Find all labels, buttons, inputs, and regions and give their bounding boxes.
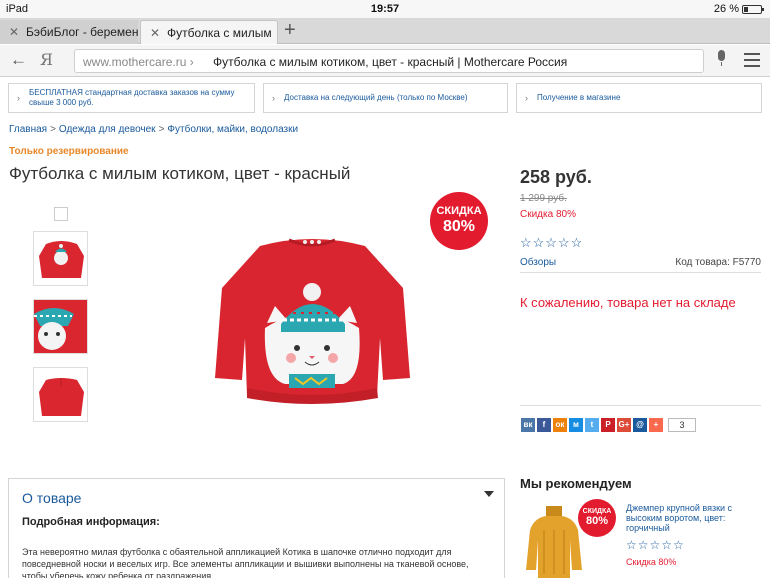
odnoklassniki-icon[interactable]: ок — [553, 418, 567, 432]
recommend-discount: Скидка 80% — [626, 557, 677, 567]
mailru-icon[interactable]: м — [569, 418, 583, 432]
delivery-text: БЕСПЛАТНАЯ стандартная доставка заказов … — [29, 88, 235, 107]
battery-status: 26 % — [713, 3, 764, 15]
breadcrumb-separator: > — [158, 124, 165, 135]
tab-label: Футболка с милым — [167, 26, 272, 40]
delivery-free-link[interactable]: › БЕСПЛАТНАЯ стандартная доставка заказо… — [8, 83, 255, 113]
recommend-sale-badge: СКИДКА 80% — [578, 499, 616, 537]
price: 258 руб. — [520, 167, 592, 187]
thumbnail-scroll-up[interactable] — [54, 207, 68, 221]
clock: 19:57 — [370, 3, 400, 15]
sale-badge: СКИДКА 80% — [430, 192, 488, 250]
plus-icon[interactable]: + — [284, 19, 296, 42]
old-price: 1 299 руб. — [520, 193, 567, 204]
close-icon[interactable]: ✕ — [150, 26, 160, 40]
product-code: Код товара: F5770 — [675, 257, 761, 268]
divider — [520, 272, 761, 273]
about-section-title[interactable]: О товаре — [22, 490, 81, 506]
delivery-text: Доставка на следующий день (только по Мо… — [284, 93, 468, 102]
url-domain: www.mothercare.ru › — [83, 55, 194, 69]
chevron-right-icon: › — [272, 93, 275, 103]
battery-icon — [742, 4, 764, 14]
breadcrumb-girls[interactable]: Одежда для девочек — [59, 124, 156, 135]
google-plus-icon[interactable]: G+ — [617, 418, 631, 432]
about-section: О товаре Подробная информация: Эта невер… — [8, 478, 505, 578]
delivery-text: Получение в магазине — [537, 93, 621, 102]
tab-babyblog[interactable]: ✕ БэбиБлог - беременно — [0, 20, 138, 44]
delivery-next-day-link[interactable]: › Доставка на следующий день (только по … — [263, 83, 508, 113]
tab-mothercare[interactable]: ✕ Футболка с милым — [140, 20, 278, 44]
vk-icon[interactable]: вк — [521, 418, 535, 432]
hamburger-menu-icon[interactable] — [744, 53, 760, 71]
thumbnail-back[interactable] — [33, 367, 88, 422]
recommend-title: Мы рекомендуем — [520, 476, 632, 491]
sale-badge-value: 80% — [442, 218, 476, 235]
twitter-icon[interactable]: t — [585, 418, 599, 432]
chevron-right-icon: › — [17, 93, 20, 103]
address-bar[interactable]: www.mothercare.ru › Футболка с милым кот… — [74, 49, 704, 73]
sale-badge-label: СКИДКА — [436, 205, 482, 217]
page-title: Футболка с милым котиком, цвет - красный — [9, 164, 351, 183]
breadcrumb-home[interactable]: Главная — [9, 124, 47, 135]
breadcrumb-tshirts[interactable]: Футболки, майки, водолазки — [167, 124, 298, 135]
breadcrumb: Главная > Одежда для девочек > Футболки, май… — [9, 124, 298, 135]
recommend-product-image[interactable] — [524, 500, 584, 578]
caret-down-icon[interactable] — [484, 491, 494, 497]
close-icon[interactable]: ✕ — [9, 25, 19, 39]
share-count: 3 — [668, 418, 696, 432]
share-buttons: вк f ок м t P G+ @ +3 — [521, 418, 696, 432]
delivery-pickup-link[interactable]: › Получение в магазине — [516, 83, 762, 113]
url-page-title: Футболка с милым котиком, цвет - красный… — [213, 55, 568, 69]
reviews-link[interactable]: Обзоры — [520, 257, 556, 268]
recommend-product-link[interactable]: Джемпер крупной вязки с высоким воротом,… — [626, 503, 756, 533]
breadcrumb-separator: > — [50, 124, 56, 135]
browser-toolbar: ← Я www.mothercare.ru › Футболка с милым… — [0, 45, 770, 77]
divider — [520, 405, 761, 406]
tab-label: БэбиБлог - беременно — [26, 25, 138, 39]
yandex-logo-icon[interactable]: Я — [40, 50, 53, 69]
about-description: Эта невероятно милая футболка с обаятель… — [22, 547, 469, 578]
thumbnail-detail[interactable] — [33, 299, 88, 354]
product-image[interactable] — [205, 228, 420, 423]
recommend-badge-label: СКИДКА — [582, 508, 612, 515]
about-subtitle: Подробная информация: — [22, 516, 160, 528]
recommend-rating-stars: ☆☆☆☆☆ — [626, 538, 685, 552]
battery-level — [744, 6, 749, 12]
battery-percent: 26 % — [713, 3, 739, 15]
reserve-only-label: Только резервирование — [9, 146, 129, 157]
thumbnail-front[interactable] — [33, 231, 88, 286]
email-icon[interactable]: @ — [633, 418, 647, 432]
more-share-icon[interactable]: + — [649, 418, 663, 432]
arrow-left-icon[interactable]: ← — [10, 50, 27, 70]
pinterest-icon[interactable]: P — [601, 418, 615, 432]
recommend-badge-value: 80% — [585, 515, 609, 527]
chevron-right-icon: › — [525, 93, 528, 103]
microphone-icon[interactable] — [716, 50, 726, 66]
tab-bar: ✕ БэбиБлог - беременно ✕ Футболка с милы… — [0, 18, 770, 44]
rating-stars[interactable]: ☆☆☆☆☆ — [520, 235, 583, 251]
status-bar: iPad 19:57 26 % — [0, 0, 770, 18]
facebook-icon[interactable]: f — [537, 418, 551, 432]
out-of-stock-message: К сожалению, товара нет на складе — [520, 295, 736, 310]
discount-label: Скидка 80% — [520, 209, 576, 220]
